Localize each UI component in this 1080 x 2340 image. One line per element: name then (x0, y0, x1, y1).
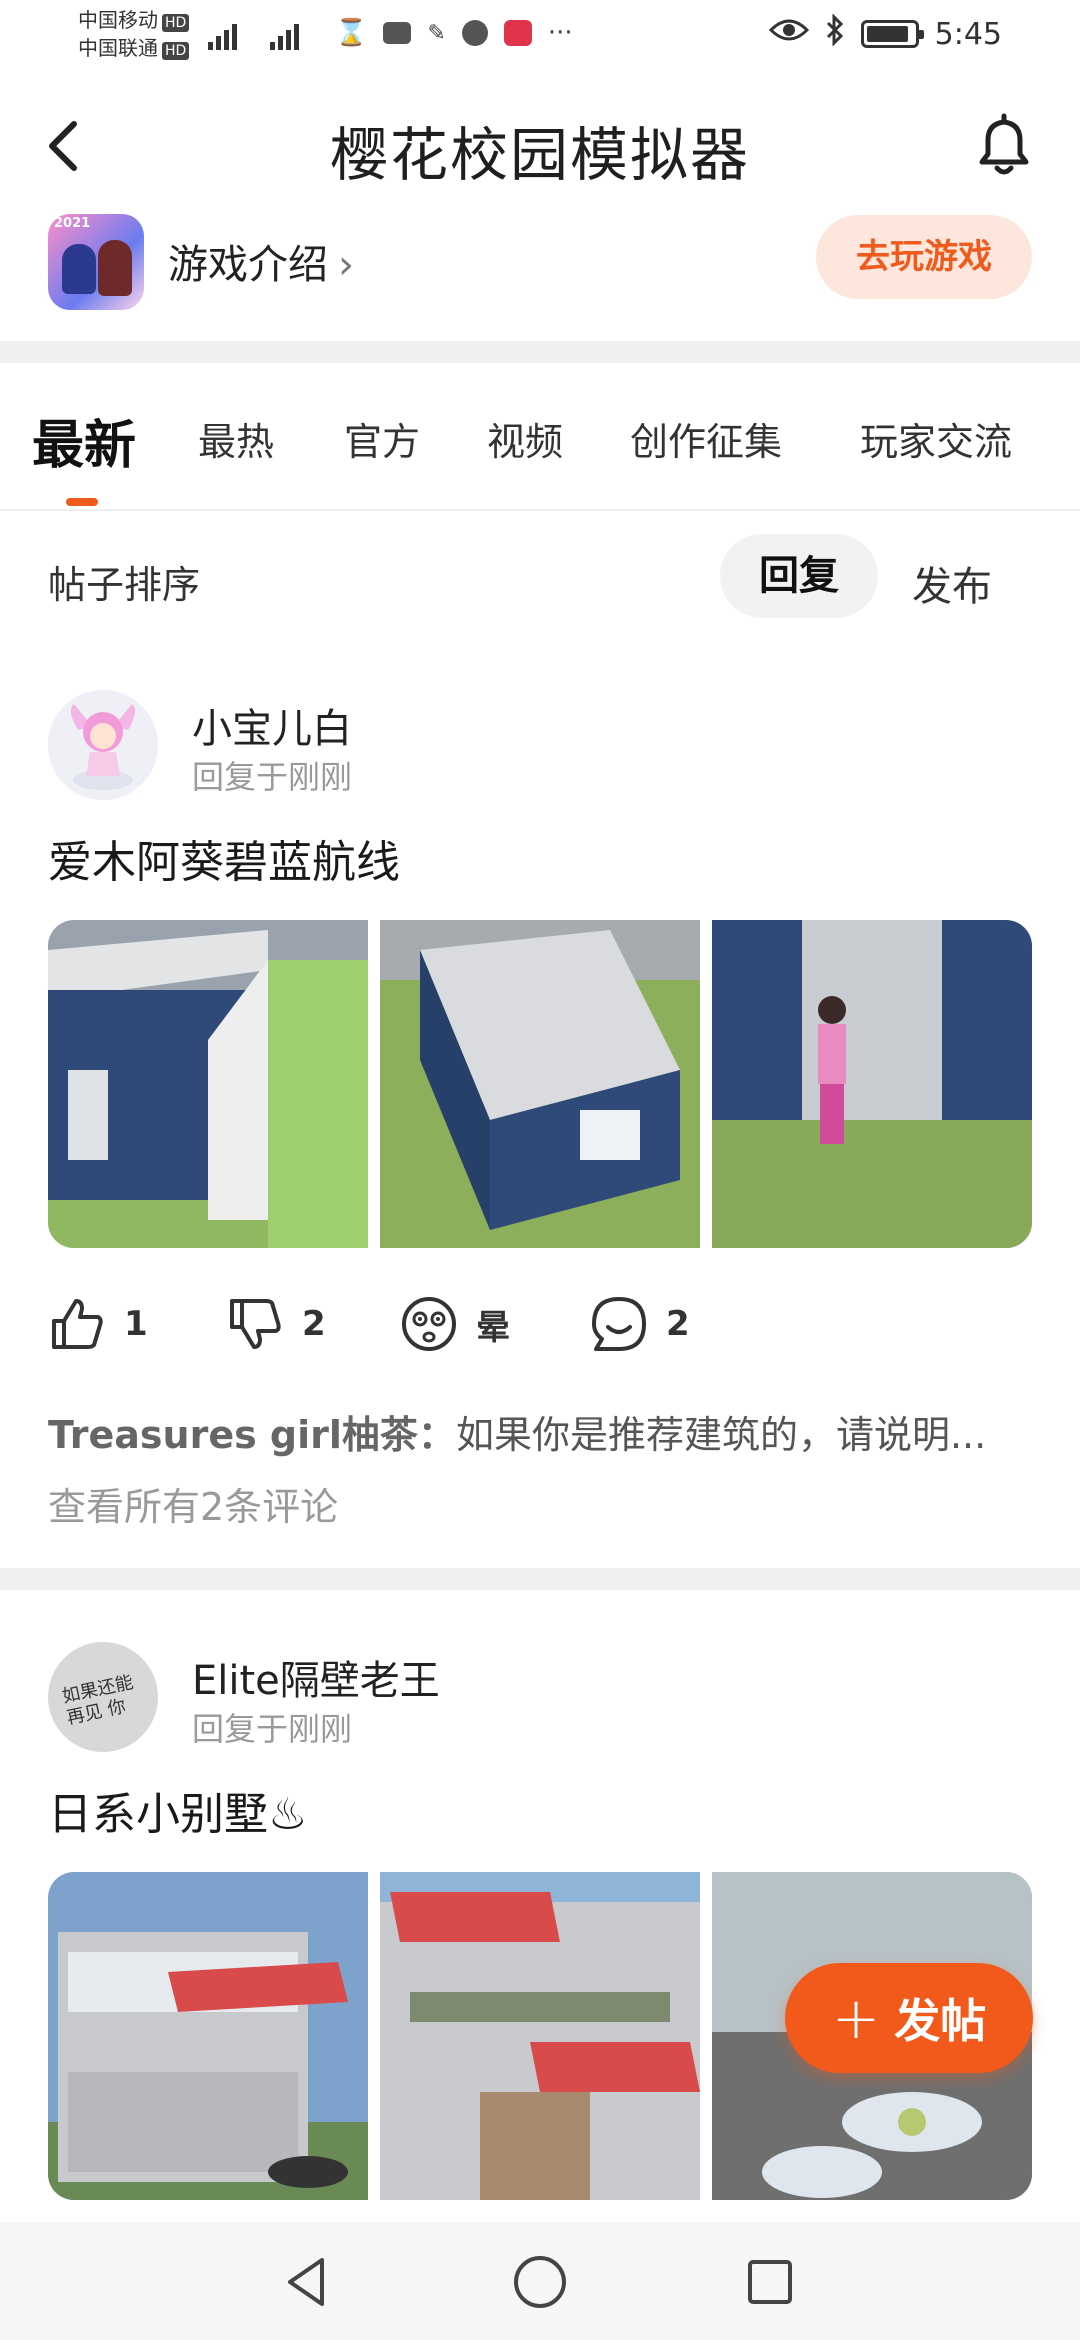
create-post-label: 发帖 (894, 1994, 987, 2048)
post-image[interactable] (48, 1872, 368, 2200)
app-icon: ✎ (427, 20, 446, 46)
section-divider (0, 1568, 1080, 1590)
tab-creation[interactable]: 创作征集 (630, 411, 782, 466)
nav-home-button[interactable] (510, 2252, 570, 2312)
comment-button[interactable]: 2 (590, 1295, 690, 1353)
comment-icon (592, 1297, 646, 1351)
game-icon[interactable]: 2021 (48, 214, 144, 310)
book-icon (503, 20, 532, 46)
dizzy-face-icon (402, 1297, 456, 1351)
post-actions: 1 2 晕 2 (48, 1295, 748, 1365)
top-comment[interactable]: Treasures girl柚茶：如果你是推荐建筑的，请说明... (48, 1404, 1038, 1459)
circle-home-icon (514, 2256, 566, 2308)
signal-icon (270, 18, 299, 50)
sort-label: 帖子排序 (48, 563, 201, 607)
nav-recents-button[interactable] (740, 2252, 800, 2312)
eye-icon (768, 16, 809, 52)
avatar-text: 如果还能再见 你 (60, 1671, 136, 1729)
signal-icon (208, 18, 237, 50)
tab-hot[interactable]: 最热 (198, 411, 274, 466)
game-info-row: 2021 游戏介绍 › 去玩游戏 (0, 210, 1080, 340)
post-image[interactable] (380, 1872, 700, 2200)
post-image[interactable] (712, 920, 1032, 1248)
system-nav-bar (0, 2222, 1080, 2340)
tab-latest[interactable]: 最新 (32, 403, 136, 478)
author-name[interactable]: 小宝儿白 (192, 696, 352, 754)
carrier-info: 中国移动 HD 中国联通 HD (78, 6, 190, 62)
notification-icons: ⌛ ✎ ··· (335, 18, 573, 48)
page-title: 樱花校园模拟器 (329, 121, 750, 189)
globe-icon (461, 20, 488, 46)
status-bar: 中国移动 HD 中国联通 HD ⌛ ✎ ··· 5:45 (0, 0, 1080, 72)
carrier-1: 中国移动 (78, 8, 158, 32)
avatar[interactable]: 如果还能再见 你 (48, 1642, 158, 1752)
game-intro-link[interactable]: 游戏介绍 › (168, 232, 354, 290)
active-tab-indicator (66, 498, 98, 506)
sort-by-publish[interactable]: 发布 (912, 554, 992, 612)
section-divider (0, 341, 1080, 363)
thumbs-up-icon (52, 1299, 103, 1349)
reply-time: 回复于刚刚 (192, 758, 353, 796)
post-title[interactable]: 日系小别墅♨ (48, 1778, 307, 1842)
carrier-2: 中国联通 (78, 36, 158, 60)
reply-time: 回复于刚刚 (192, 1710, 353, 1748)
bluetooth-icon (825, 13, 845, 54)
post-title[interactable]: 爱木阿葵碧蓝航线 (48, 826, 400, 890)
like-count: 1 (124, 1304, 148, 1344)
comment-author: Treasures girl柚茶： (48, 1413, 456, 1457)
dislike-count: 2 (302, 1304, 326, 1344)
plus-icon: + (831, 1984, 881, 2052)
comment-count: 2 (666, 1304, 690, 1344)
thumbs-down-icon (230, 1299, 281, 1349)
reaction-label: 晕 (476, 1307, 510, 1348)
sort-by-reply[interactable]: 回复 (720, 534, 878, 618)
view-all-comments-link[interactable]: 查看所有2条评论 (48, 1476, 338, 1531)
app-header: 樱花校园模拟器 (0, 72, 1080, 222)
triangle-back-icon (288, 2258, 324, 2306)
notification-button[interactable] (968, 110, 1040, 182)
tab-official[interactable]: 官方 (344, 411, 420, 466)
reaction-button[interactable]: 晕 (400, 1295, 510, 1353)
post-images (48, 920, 1032, 1248)
hourglass-icon: ⌛ (335, 18, 368, 48)
chevron-right-icon: › (338, 242, 354, 288)
create-post-button[interactable]: + 发帖 (785, 1963, 1033, 2073)
tab-bar: 最新 最热 官方 视频 创作征集 玩家交流 (0, 363, 1080, 511)
game-intro-label: 游戏介绍 (168, 242, 328, 288)
game-icon-badge: 2021 (54, 216, 91, 231)
hd-badge: HD (162, 42, 190, 60)
like-button[interactable]: 1 (48, 1295, 148, 1353)
sort-row: 帖子排序 回复 发布 (0, 520, 1080, 640)
tab-player-exchange[interactable]: 玩家交流 (860, 411, 1012, 466)
dislike-button[interactable]: 2 (226, 1295, 326, 1353)
author-name[interactable]: Elite隔壁老王 (192, 1648, 440, 1706)
battery-icon (860, 20, 924, 48)
app-icon (383, 22, 412, 44)
more-icon: ··· (547, 18, 573, 48)
avatar[interactable] (48, 690, 158, 800)
hd-badge: HD (162, 14, 190, 32)
tab-video[interactable]: 视频 (487, 411, 563, 466)
post-image[interactable] (48, 920, 368, 1248)
clock: 5:45 (934, 16, 1002, 52)
comment-text: 如果你是推荐建筑的，请说明... (455, 1413, 987, 1457)
square-recents-icon (748, 2260, 792, 2304)
nav-back-button[interactable] (278, 2252, 338, 2312)
post-image[interactable] (380, 920, 700, 1248)
play-game-button[interactable]: 去玩游戏 (816, 215, 1032, 299)
bell-icon (979, 113, 1029, 175)
